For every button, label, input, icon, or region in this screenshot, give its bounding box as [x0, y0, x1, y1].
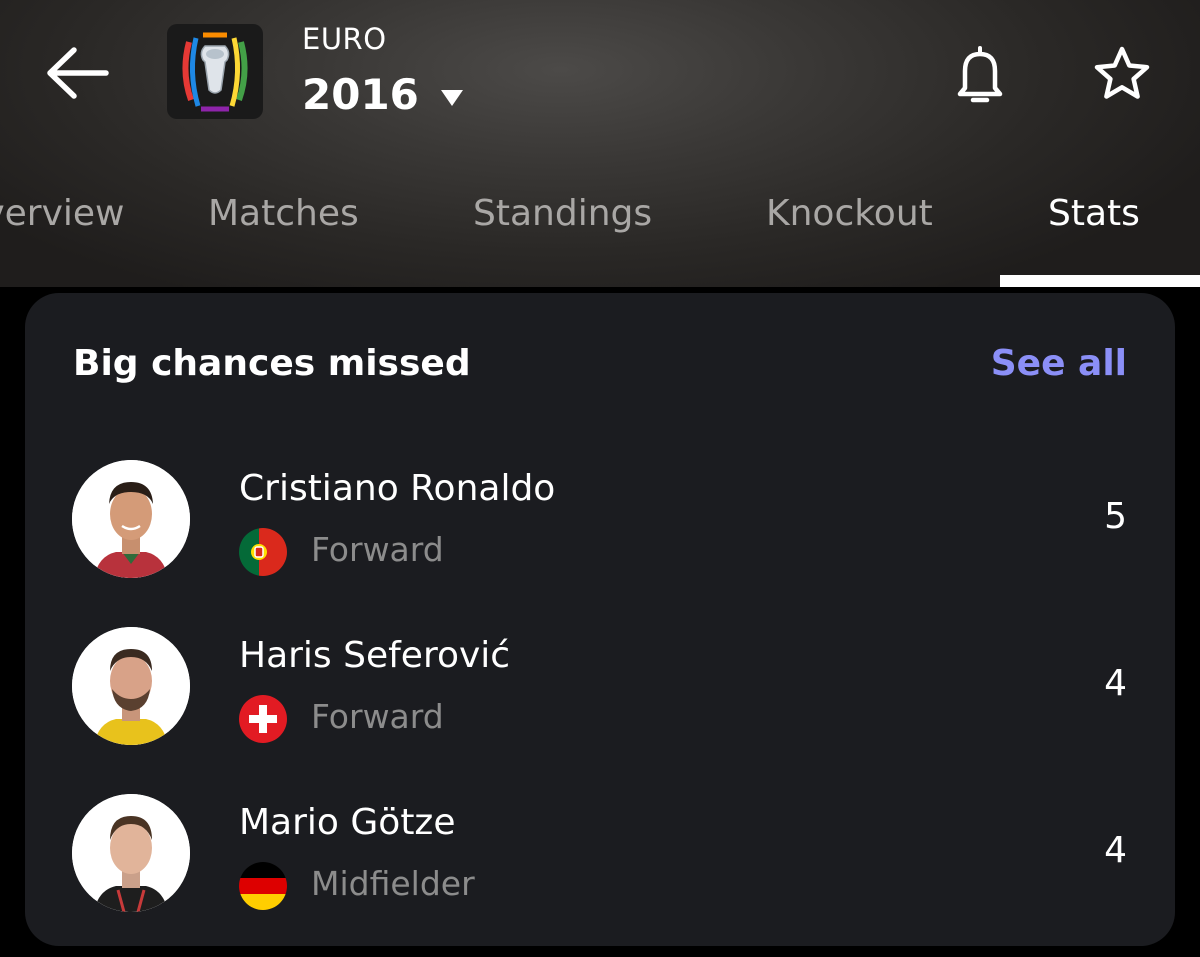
card-title: Big chances missed: [73, 343, 471, 384]
competition-logo: [167, 24, 263, 119]
stat-value: 4: [1104, 830, 1127, 871]
star-outline-icon: [1094, 46, 1150, 99]
player-photo: [72, 460, 190, 578]
player-row[interactable]: Mario Götze Midfielder 4: [25, 794, 1175, 934]
competition-name: EURO: [302, 22, 387, 56]
player-position: Forward: [311, 530, 444, 569]
tab-knockout[interactable]: Knockout: [766, 193, 933, 234]
bell-icon: [957, 46, 1003, 103]
stat-card-big-chances-missed: Big chances missed See all Cristiano Ron…: [25, 293, 1175, 946]
player-name: Mario Götze: [239, 802, 456, 843]
tab-stats[interactable]: Stats: [1048, 193, 1140, 234]
euro-trophy-logo: [182, 32, 248, 111]
season-selector[interactable]: 2016: [302, 70, 463, 119]
avatar: [72, 460, 190, 578]
avatar: [72, 794, 190, 912]
player-photo: [72, 627, 190, 745]
switzerland-flag-icon: [239, 695, 287, 743]
avatar: [72, 627, 190, 745]
player-name: Haris Seferović: [239, 635, 511, 676]
season-value: 2016: [302, 70, 419, 119]
favorite-button[interactable]: [1090, 42, 1154, 106]
player-position: Midfielder: [311, 864, 475, 903]
player-position: Forward: [311, 697, 444, 736]
player-name: Cristiano Ronaldo: [239, 468, 556, 509]
stat-value: 5: [1104, 496, 1127, 537]
tab-overview[interactable]: Overview: [0, 193, 125, 234]
active-tab-indicator: [1000, 275, 1200, 287]
stat-value: 4: [1104, 663, 1127, 704]
arrow-left-icon: [47, 47, 109, 99]
caret-down-icon: [440, 89, 463, 106]
germany-flag-icon: [239, 862, 287, 910]
player-row[interactable]: Haris Seferović Forward 4: [25, 627, 1175, 767]
back-button[interactable]: [38, 38, 118, 108]
player-row[interactable]: Cristiano Ronaldo Forward 5: [25, 460, 1175, 600]
app-header: EURO 2016 Overview Matches Standings Kno…: [0, 0, 1200, 287]
see-all-link[interactable]: See all: [991, 343, 1127, 384]
player-photo: [72, 794, 190, 912]
portugal-flag-icon: [239, 528, 287, 576]
tab-standings[interactable]: Standings: [473, 193, 652, 234]
tab-matches[interactable]: Matches: [208, 193, 359, 234]
notifications-button[interactable]: [950, 40, 1010, 110]
